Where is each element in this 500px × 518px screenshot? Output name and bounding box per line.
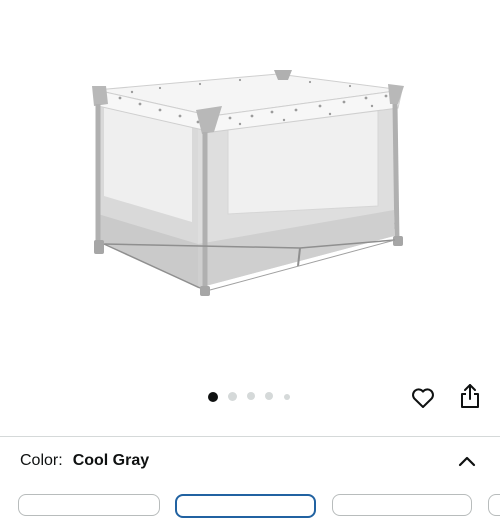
- share-icon: [461, 384, 479, 408]
- carousel-dot-2[interactable]: [228, 392, 237, 401]
- color-label: Color:: [20, 452, 63, 469]
- chevron-up-icon: [458, 456, 476, 467]
- selected-color-value: Cool Gray: [72, 452, 150, 469]
- section-divider: [0, 436, 500, 437]
- product-image-gallery[interactable]: [0, 0, 500, 408]
- color-variation-header[interactable]: Color: Cool Gray: [20, 452, 149, 478]
- product-image[interactable]: [0, 0, 500, 375]
- color-swatch-1[interactable]: [18, 494, 160, 516]
- heart-icon: [412, 388, 434, 408]
- color-swatch-3[interactable]: [332, 494, 472, 516]
- carousel-dot-3[interactable]: [247, 392, 255, 400]
- carousel-dot-4[interactable]: [265, 392, 273, 400]
- collapse-variation-button[interactable]: [454, 450, 480, 472]
- carousel-dot-1[interactable]: [208, 392, 218, 402]
- color-swatch-cool-gray[interactable]: [175, 494, 316, 518]
- carousel-dot-5[interactable]: [284, 394, 290, 400]
- share-button[interactable]: [456, 382, 484, 410]
- color-swatch-4[interactable]: [488, 494, 500, 516]
- favorite-button[interactable]: [409, 384, 437, 412]
